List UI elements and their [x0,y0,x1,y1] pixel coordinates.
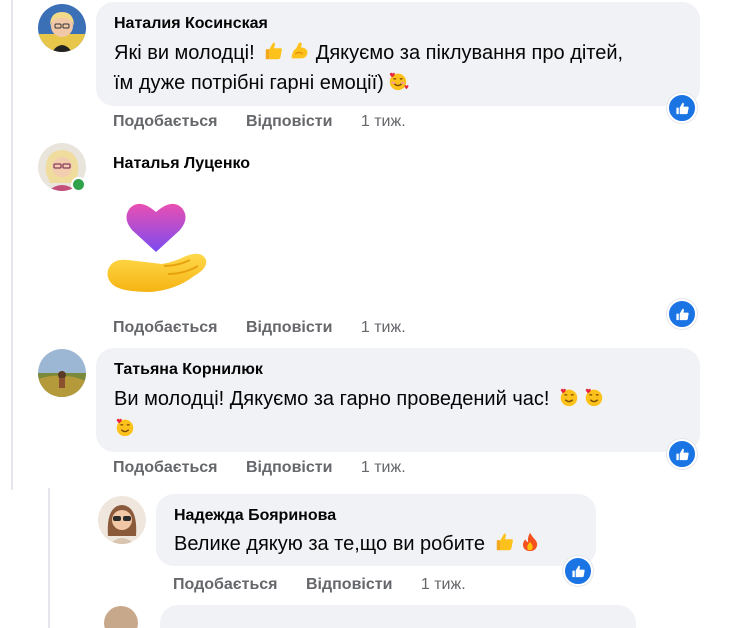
reply-actions: Подобається Відповісти 1 тиж. [173,576,466,594]
comment-actions: Подобається Відповісти 1 тиж. [113,319,406,337]
avatar[interactable] [98,496,146,544]
smiling-face-with-hearts-emoji-icon [583,386,605,408]
reply-author[interactable]: Надежда Бояринова [174,505,582,527]
fire-emoji-icon [519,531,541,553]
smiling-face-with-hearts-emoji-icon [114,416,136,438]
flexed-biceps-emoji-icon [288,40,310,62]
like-link[interactable]: Подобається [113,113,218,130]
reply-text: Велике дякую за те,що ви робите [174,529,582,559]
avatar[interactable] [38,349,86,397]
comment-bubble: Наталия Косинская Які ви молодці! Дякуєм… [96,2,700,106]
reply-bubble: Надежда Бояринова Велике дякую за те,що … [156,494,596,566]
comment-actions: Подобається Відповісти 1 тиж. [113,113,406,131]
thumbs-up-emoji-icon [263,40,285,62]
like-icon [571,565,585,577]
online-status-indicator [71,177,86,192]
reply-thread-line [48,488,50,628]
comment-text: Ви молодці! Дякуємо за гарно проведений … [114,384,686,444]
like-link[interactable]: Подобається [113,319,218,336]
like-reaction-badge[interactable] [667,299,697,329]
comment-author[interactable]: Наталия Косинская [114,13,686,35]
comment-author[interactable]: Татьяна Корнилюк [114,359,686,381]
smiling-face-with-hearts-emoji-icon [387,70,409,92]
like-icon [675,448,689,460]
reply-link[interactable]: Відповісти [246,113,332,130]
heart-in-hand-sticker[interactable] [106,196,210,304]
like-icon [675,102,689,114]
avatar[interactable] [38,4,86,52]
like-reaction-badge[interactable] [667,93,697,123]
like-reaction-badge[interactable] [667,439,697,469]
comment-author[interactable]: Наталья Луценко [113,153,250,175]
like-icon [675,308,689,320]
comment-bubble: Татьяна Корнилюк Ви молодці! Дякуємо за … [96,348,700,452]
comment-text: Які ви молодці! Дякуємо за піклування пр… [114,40,624,94]
like-link[interactable]: Подобається [113,459,218,476]
like-reaction-badge[interactable] [563,556,593,586]
like-link[interactable]: Подобається [173,576,278,593]
comment-timestamp[interactable]: 1 тиж. [361,113,406,130]
reply-timestamp[interactable]: 1 тиж. [421,576,466,593]
thumbs-up-emoji-icon [494,531,516,553]
next-reply-avatar-partial [104,606,138,628]
reply-link[interactable]: Відповісти [306,576,392,593]
comment-timestamp[interactable]: 1 тиж. [361,319,406,336]
comment-timestamp[interactable]: 1 тиж. [361,459,406,476]
reply-link[interactable]: Відповісти [246,459,332,476]
thread-line [11,0,13,490]
smiling-face-with-hearts-emoji-icon [558,386,580,408]
next-reply-bubble-partial [160,605,636,628]
reply-link[interactable]: Відповісти [246,319,332,336]
comment-actions: Подобається Відповісти 1 тиж. [113,459,406,477]
